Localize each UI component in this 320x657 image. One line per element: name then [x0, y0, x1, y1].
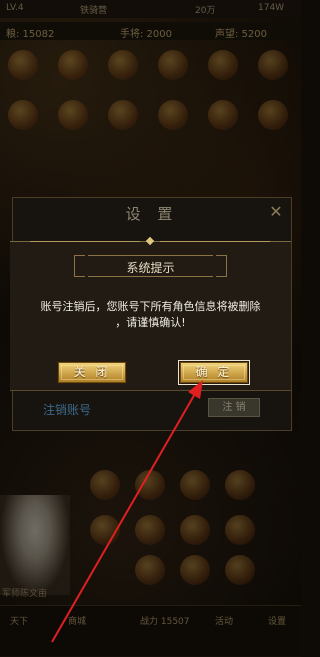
close-button-label: 关 闭 [73, 365, 111, 379]
annotation-arrow [51, 380, 203, 643]
confirm-button-label: 确 定 [195, 365, 233, 379]
